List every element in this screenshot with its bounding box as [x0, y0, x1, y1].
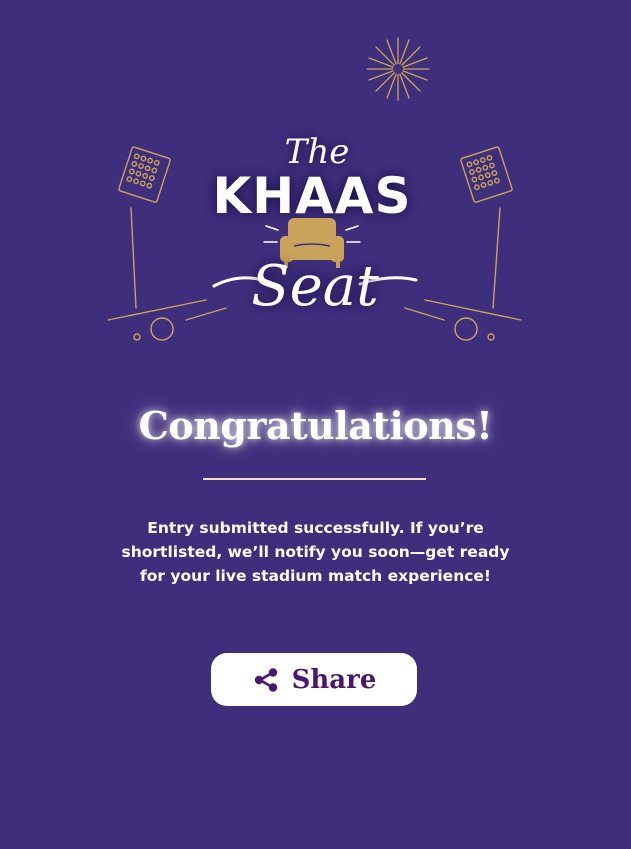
khaas-seat-logo: The KHAAS Seat [200, 128, 430, 328]
share-button[interactable]: Share [211, 653, 417, 706]
confirmation-message: Entry submitted successfully. If you’re … [121, 519, 510, 585]
logo-the-text: The [284, 132, 350, 172]
congratulations-title: Congratulations! [138, 403, 493, 448]
share-icon [254, 667, 277, 692]
title-divider [203, 478, 426, 480]
logo-seat-text: Seat [251, 254, 379, 319]
firework-icon [366, 37, 430, 101]
share-button-label: Share [291, 664, 377, 695]
success-screen: The KHAAS Seat Congratulations! Entry su… [0, 0, 631, 849]
